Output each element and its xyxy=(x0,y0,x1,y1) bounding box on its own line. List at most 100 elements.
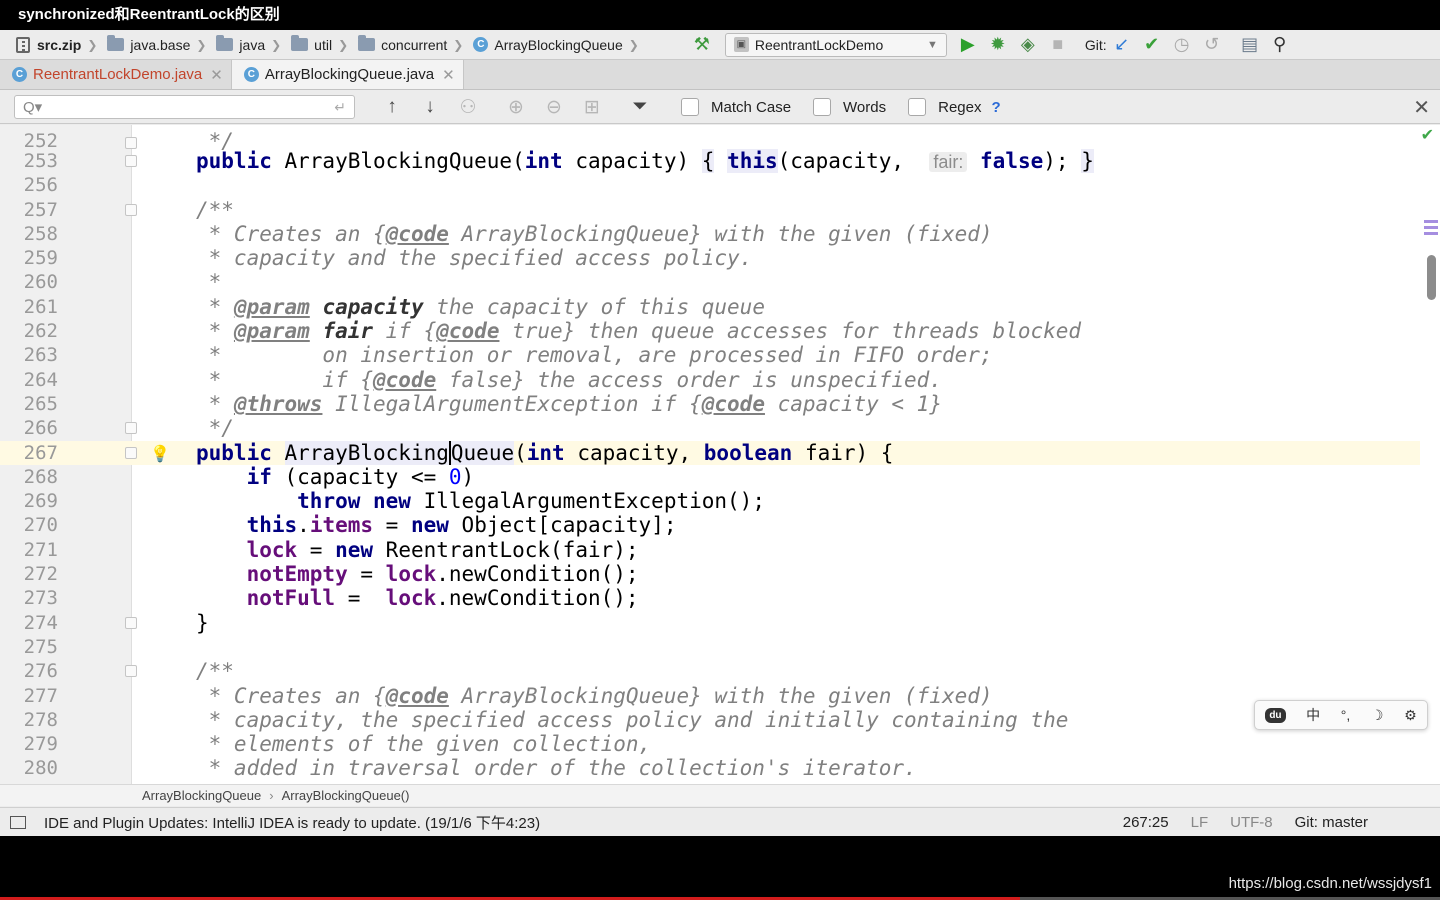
close-find-bar-icon[interactable]: ✕ xyxy=(1413,95,1430,120)
source-watermark: https://blog.csdn.net/wssjdysf1 xyxy=(1228,875,1432,892)
git-commit-icon[interactable]: ✔ xyxy=(1137,32,1167,58)
crumb-concurrent[interactable]: concurrent ❯ xyxy=(352,30,467,60)
git-branch[interactable]: Git: master xyxy=(1295,814,1368,831)
find-bar: Q▾ ↵ ↑ ↓ ⚇ ⊕ ⊖ ⊞ ⏷ Match Case Words Rege… xyxy=(0,91,1440,124)
fold-marker-icon[interactable] xyxy=(125,155,137,167)
code-line[interactable]: 261 * @param capacity the capacity of th… xyxy=(0,295,1420,319)
enter-icon: ↵ xyxy=(334,98,346,115)
tool-windows-icon[interactable] xyxy=(10,815,26,829)
fold-marker-icon[interactable] xyxy=(125,446,137,459)
fold-marker-icon[interactable] xyxy=(125,137,137,149)
code-line[interactable]: 277 * Creates an {@code ArrayBlockingQue… xyxy=(0,684,1420,708)
ime-moon-icon[interactable]: ☽ xyxy=(1371,707,1384,724)
lightbulb-icon[interactable]: 💡 xyxy=(150,442,170,466)
status-bar: IDE and Plugin Updates: IntelliJ IDEA is… xyxy=(0,807,1440,836)
crumb-util[interactable]: util ❯ xyxy=(285,30,352,60)
add-occurrence-icon[interactable]: ⊕ xyxy=(497,96,535,119)
checkbox-box[interactable] xyxy=(813,98,832,116)
git-update-icon[interactable]: ↙ xyxy=(1107,32,1137,58)
ime-settings-gear-icon[interactable]: ⚙ xyxy=(1404,707,1417,724)
code-line[interactable]: 259 * capacity and the specified access … xyxy=(0,246,1420,270)
fold-marker-icon[interactable] xyxy=(125,665,137,678)
code-line[interactable]: 269 throw new IllegalArgumentException()… xyxy=(0,489,1420,513)
search-icon[interactable]: ⚲ xyxy=(1265,32,1295,58)
coverage-icon[interactable]: ◈ xyxy=(1013,32,1043,58)
run-configuration-select[interactable]: ▣ ReentrantLockDemo ▼ xyxy=(724,32,947,57)
checkbox-box[interactable] xyxy=(908,98,927,116)
code-line[interactable]: 274} xyxy=(0,611,1420,635)
crumb-src-zip[interactable]: src.zip ❯ xyxy=(0,30,101,60)
ime-language-toggle[interactable]: 中 xyxy=(1306,705,1320,725)
tab-arrayblockingqueue[interactable]: C ArrayBlockingQueue.java ✕ xyxy=(231,60,464,89)
chevron-right-icon: ❯ xyxy=(628,37,639,52)
code-line[interactable]: 263 * on insertion or removal, are proce… xyxy=(0,343,1420,367)
regex-help-link[interactable]: ? xyxy=(991,99,1000,116)
git-label: Git: xyxy=(1084,36,1107,53)
code-line[interactable]: 257/** xyxy=(0,198,1420,222)
code-line[interactable]: 252 */ xyxy=(0,125,1420,153)
vertical-scrollbar[interactable] xyxy=(1427,255,1436,300)
history-icon[interactable]: ◷ xyxy=(1167,32,1197,58)
close-tab-icon[interactable]: ✕ xyxy=(442,66,455,84)
caret-position[interactable]: 267:25 xyxy=(1123,814,1169,831)
words-checkbox[interactable]: Words xyxy=(813,98,886,116)
filter-icon[interactable]: ⏷ xyxy=(621,96,659,118)
project-structure-icon[interactable]: ▤ xyxy=(1235,32,1265,58)
regex-checkbox[interactable]: Regex xyxy=(908,98,981,116)
crumb-java[interactable]: java ❯ xyxy=(210,30,285,60)
code-line[interactable]: 276/** xyxy=(0,659,1420,683)
code-line[interactable]: 280 * added in traversal order of the co… xyxy=(0,756,1420,780)
previous-occurrence-icon[interactable]: ↑ xyxy=(373,96,411,118)
build-hammer-icon[interactable]: ⚒ xyxy=(687,32,717,58)
tab-reentrantlockdemo[interactable]: C ReentrantLockDemo.java ✕ xyxy=(0,60,232,89)
remove-occurrence-icon[interactable]: ⊖ xyxy=(535,96,573,119)
fold-marker-icon[interactable] xyxy=(125,422,137,435)
breadcrumb-method[interactable]: ArrayBlockingQueue() xyxy=(282,788,410,803)
fold-marker-icon[interactable] xyxy=(125,203,137,216)
class-icon: C xyxy=(12,67,27,82)
folder-icon xyxy=(358,35,376,51)
code-line[interactable]: 278 * capacity, the specified access pol… xyxy=(0,708,1420,732)
next-occurrence-icon[interactable]: ↓ xyxy=(411,96,449,118)
find-input[interactable]: Q▾ ↵ xyxy=(14,95,355,119)
code-line[interactable]: 268 if (capacity <= 0) xyxy=(0,465,1420,489)
find-all-icon[interactable]: ⚇ xyxy=(449,96,487,119)
crumb-java-base[interactable]: java.base ❯ xyxy=(101,30,210,60)
code-line[interactable]: 262 * @param fair if {@code true} then q… xyxy=(0,319,1420,343)
code-line[interactable]: 264 * if {@code false} the access order … xyxy=(0,368,1420,392)
code-line[interactable]: 271 lock = new ReentrantLock(fair); xyxy=(0,538,1420,562)
match-case-checkbox[interactable]: Match Case xyxy=(681,98,791,116)
stop-icon[interactable]: ■ xyxy=(1043,32,1073,58)
revert-icon[interactable]: ↺ xyxy=(1197,32,1227,58)
code-editor[interactable]: 252 */ 253 public ArrayBlockingQueue(int … xyxy=(0,125,1440,784)
code-line-current[interactable]: 267 💡 public ArrayBlockingQueue(int capaci… xyxy=(0,440,1420,466)
checkbox-box[interactable] xyxy=(681,98,699,116)
search-history-icon[interactable]: Q▾ xyxy=(23,98,42,116)
breadcrumb-class[interactable]: ArrayBlockingQueue xyxy=(142,788,261,803)
debug-icon[interactable]: ✹ xyxy=(983,32,1013,58)
code-line[interactable]: 273 notFull = lock.newCondition(); xyxy=(0,586,1420,610)
run-icon[interactable]: ▶ xyxy=(953,32,983,58)
crumb-arrayblockingqueue[interactable]: C ArrayBlockingQueue ❯ xyxy=(467,30,642,60)
line-separator[interactable]: LF xyxy=(1191,814,1209,831)
ime-punctuation-icon[interactable]: °, xyxy=(1341,707,1351,723)
code-line[interactable]: 256 xyxy=(0,173,1420,197)
code-line[interactable]: 265 * @throws IllegalArgumentException i… xyxy=(0,392,1420,416)
status-message[interactable]: IDE and Plugin Updates: IntelliJ IDEA is… xyxy=(44,812,540,833)
code-line[interactable]: 258 * Creates an {@code ArrayBlockingQue… xyxy=(0,222,1420,246)
close-tab-icon[interactable]: ✕ xyxy=(210,66,223,84)
ime-toolbar[interactable]: du 中 °, ☽ ⚙ xyxy=(1254,700,1428,730)
code-line[interactable]: 270 this.items = new Object[capacity]; xyxy=(0,513,1420,537)
code-line[interactable]: 275 xyxy=(0,635,1420,659)
ime-logo-icon[interactable]: du xyxy=(1265,707,1286,723)
inspection-ok-icon[interactable]: ✔ xyxy=(1421,125,1434,145)
code-line[interactable]: 266 */ xyxy=(0,416,1420,440)
code-line[interactable]: 272 notEmpty = lock.newCondition(); xyxy=(0,562,1420,586)
fold-marker-icon[interactable] xyxy=(125,616,137,629)
code-line[interactable]: 279 * elements of the given collection, xyxy=(0,732,1420,756)
code-line[interactable]: 253 public ArrayBlockingQueue(int capacit… xyxy=(0,149,1420,173)
error-stripe-markers[interactable] xyxy=(1424,220,1438,238)
file-encoding[interactable]: UTF-8 xyxy=(1230,814,1273,831)
code-line[interactable]: 260 * xyxy=(0,270,1420,294)
select-all-occurrences-icon[interactable]: ⊞ xyxy=(573,96,611,119)
